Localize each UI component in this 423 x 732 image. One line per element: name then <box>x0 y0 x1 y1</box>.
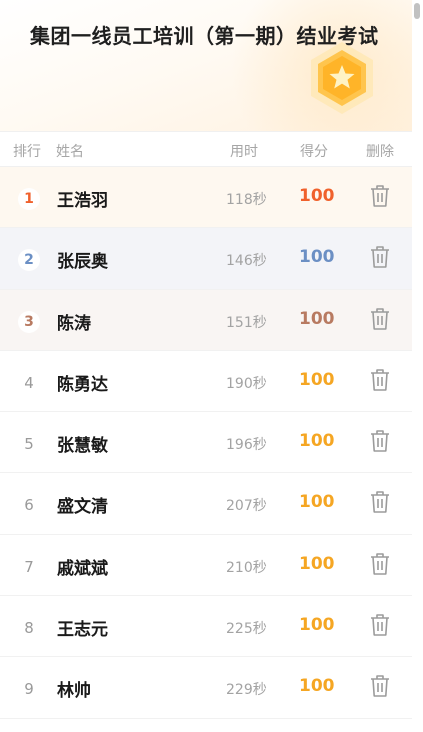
employee-name: 王浩羽 <box>57 191 108 211</box>
ranking-list: 1 王浩羽 118秒 100 2 张辰奥 146秒 100 3 陈涛 151秒 … <box>0 167 412 719</box>
employee-name: 张慧敏 <box>57 436 108 457</box>
rank-number: 6 <box>24 496 34 515</box>
trash-icon[interactable] <box>369 490 391 514</box>
table-row: 9 林帅 229秒 100 <box>0 657 412 719</box>
trash-icon[interactable] <box>369 429 391 453</box>
score: 100 <box>299 615 335 636</box>
rank-number: 3 <box>18 310 40 333</box>
time-used: 118秒 <box>226 192 267 208</box>
table-row: 5 张慧敏 196秒 100 <box>0 412 412 474</box>
score: 100 <box>299 186 335 206</box>
scrollbar-thumb[interactable] <box>414 3 420 19</box>
trash-icon[interactable] <box>369 184 391 208</box>
employee-name: 盛文清 <box>57 497 108 518</box>
time-used: 207秒 <box>226 498 267 515</box>
score: 100 <box>299 369 335 390</box>
time-used: 225秒 <box>226 621 267 638</box>
employee-name: 张辰奥 <box>57 252 108 273</box>
trash-icon[interactable] <box>369 307 391 331</box>
score: 100 <box>299 553 335 574</box>
employee-name: 林帅 <box>57 681 91 702</box>
employee-name: 陈涛 <box>57 313 91 334</box>
time-used: 190秒 <box>226 375 267 392</box>
col-score: 得分 <box>300 144 328 160</box>
employee-name: 戚斌斌 <box>57 558 108 579</box>
table-row: 6 盛文清 207秒 100 <box>0 473 412 535</box>
rank-number: 9 <box>24 680 34 699</box>
time-used: 210秒 <box>226 559 267 576</box>
trash-icon[interactable] <box>369 613 391 637</box>
table-row: 7 戚斌斌 210秒 100 <box>0 534 412 597</box>
rank-number: 8 <box>24 619 34 638</box>
rank-number: 2 <box>18 249 40 272</box>
table-row: 2 张辰奥 146秒 100 <box>0 228 412 290</box>
rank-number: 7 <box>24 557 34 576</box>
trash-icon[interactable] <box>369 552 391 576</box>
col-delete: 删除 <box>366 144 394 160</box>
table-row: 8 王志元 225秒 100 <box>0 596 412 658</box>
col-rank: 排行 <box>13 144 41 160</box>
time-used: 146秒 <box>226 253 267 270</box>
col-name: 姓名 <box>56 144 84 160</box>
table-row: 1 王浩羽 118秒 100 <box>0 167 412 229</box>
scrollbar[interactable] <box>412 0 423 732</box>
employee-name: 王志元 <box>57 620 108 641</box>
trash-icon[interactable] <box>369 368 391 392</box>
exam-header: 集团一线员工培训（第一期）结业考试 <box>0 0 412 131</box>
trash-icon[interactable] <box>369 245 391 269</box>
table-row: 3 陈涛 151秒 100 <box>0 289 412 351</box>
rank-number: 1 <box>18 188 40 210</box>
score: 100 <box>299 247 335 268</box>
trash-icon[interactable] <box>369 674 391 698</box>
medal-icon <box>311 42 373 114</box>
time-used: 151秒 <box>226 314 267 331</box>
score: 100 <box>299 308 335 329</box>
score: 100 <box>299 676 335 697</box>
table-header: 排行 姓名 用时 得分 删除 <box>0 131 412 167</box>
score: 100 <box>299 492 335 513</box>
col-time: 用时 <box>230 144 258 160</box>
table-row: 4 陈勇达 190秒 100 <box>0 350 412 413</box>
rank-number: 5 <box>24 435 34 454</box>
rank-number: 4 <box>24 373 34 392</box>
time-used: 196秒 <box>226 437 267 454</box>
time-used: 229秒 <box>226 682 267 699</box>
employee-name: 陈勇达 <box>57 374 108 395</box>
score: 100 <box>299 431 335 452</box>
